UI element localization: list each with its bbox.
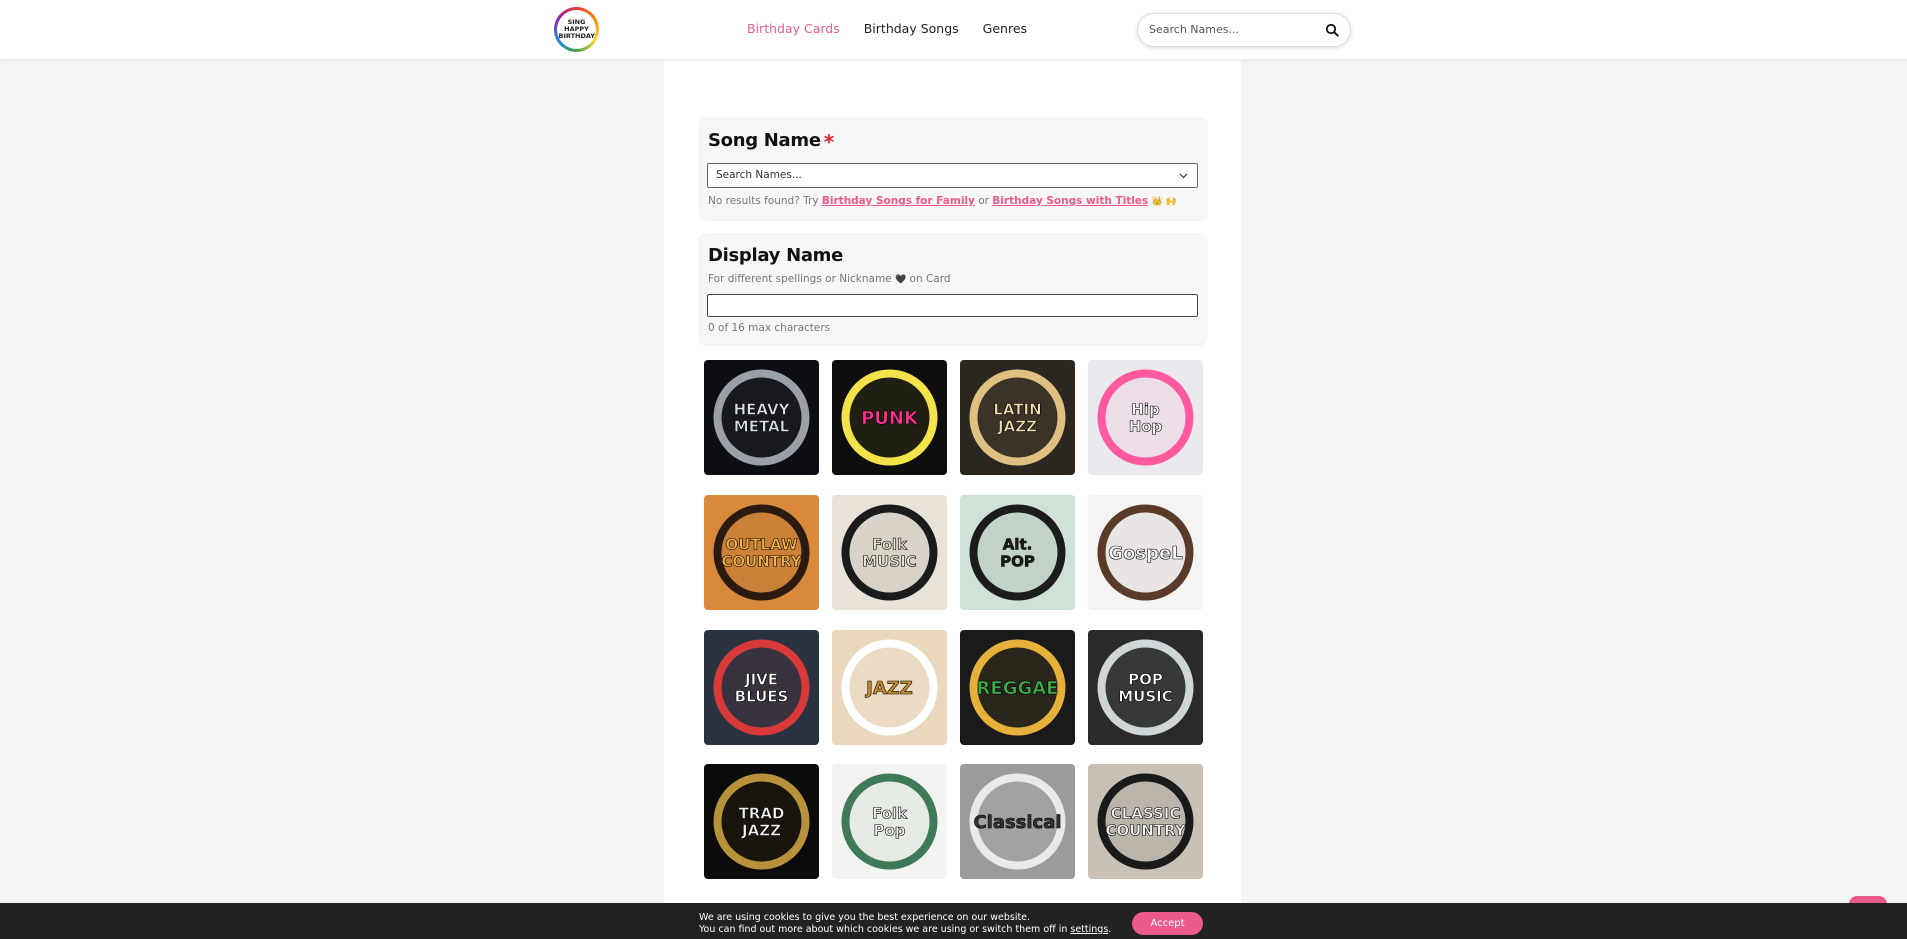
genre-card-trad-jazz[interactable]: TRAD JAZZ (704, 764, 819, 879)
genre-art: JAZZ (832, 630, 947, 745)
display-name-panel: Display Name For different spellings or … (698, 233, 1208, 346)
genre-art-lettering: Pop (873, 821, 905, 839)
genre-art: HipHop (1088, 360, 1203, 475)
accept-cookies-button[interactable]: Accept (1132, 912, 1203, 935)
genre-card-jazz[interactable]: JAZZ (832, 630, 947, 745)
genre-art-lettering: Hop (1129, 417, 1163, 435)
genre-art-lettering: Folk (872, 535, 908, 553)
display-name-title: Display Name (708, 245, 844, 266)
genre-art-lettering: JAZZ (997, 417, 1037, 435)
song-name-select[interactable]: Search Names... (707, 163, 1198, 188)
genre-card-folk-music[interactable]: Folk MUSIC (832, 495, 947, 610)
genre-card-classical[interactable]: Classical (960, 764, 1075, 879)
main-nav: Birthday Cards Birthday Songs Genres (747, 21, 1051, 36)
genre-art-lettering: Alt. (1003, 535, 1033, 553)
genre-art: OUTLAWCOUNTRY (704, 495, 819, 610)
nav-birthday-cards[interactable]: Birthday Cards (747, 21, 840, 36)
display-name-input[interactable] (707, 294, 1198, 317)
genre-art: LATINJAZZ (960, 360, 1075, 475)
genre-art: REGGAE (960, 630, 1075, 745)
genre-art-lettering: JAZZ (864, 678, 913, 699)
genre-card-hip-hop[interactable]: Hip Hop (1088, 360, 1203, 475)
genre-art-lettering: LATIN (993, 400, 1041, 418)
header-search (1137, 13, 1351, 47)
genre-art: TRADJAZZ (704, 764, 819, 879)
genre-art-lettering: POP (1128, 670, 1163, 688)
character-counter: 0 of 16 max characters (708, 322, 831, 334)
genre-card-pop-music[interactable]: POP MUSIC (1088, 630, 1203, 745)
genre-card-heavy-metal[interactable]: HEAVY METAL (704, 360, 819, 475)
genre-art-lettering: COUNTRY (1105, 821, 1186, 839)
genre-card-gospel[interactable]: GospeL (1088, 495, 1203, 610)
genre-art-lettering: METAL (734, 417, 790, 435)
cookie-settings-link[interactable]: settings (1070, 924, 1108, 935)
search-icon[interactable] (1325, 23, 1339, 37)
genre-card-punk[interactable]: PUNK (832, 360, 947, 475)
nav-birthday-songs[interactable]: Birthday Songs (864, 21, 959, 36)
heart-icon: 🖤 (894, 275, 907, 285)
hint-emoji: 👑 🙌 (1151, 197, 1177, 207)
song-name-title: Song Name * (708, 130, 834, 154)
genre-art: JIVEBLUES (704, 630, 819, 745)
song-name-panel: Song Name * Search Names... No results fo… (698, 117, 1208, 221)
cookie-line2: You can find out more about which cookie… (699, 923, 1068, 935)
genre-art: POPMUSIC (1088, 630, 1203, 745)
nav-genres[interactable]: Genres (983, 21, 1027, 36)
genre-art-lettering: HEAVY (734, 400, 791, 418)
header-search-input[interactable] (1149, 23, 1319, 36)
chevron-down-icon (1179, 173, 1188, 179)
genre-card-alt-pop[interactable]: Alt. POP (960, 495, 1075, 610)
cookie-line2-suffix: . (1108, 923, 1112, 935)
cookie-line1: We are using cookies to give you the bes… (699, 912, 1031, 923)
required-mark: * (823, 130, 834, 154)
genre-art-lettering: Folk (872, 804, 908, 822)
hint-before: For different spellings or Nickname (708, 273, 892, 285)
site-logo[interactable]: SING HAPPY BIRTHDAY (554, 7, 599, 52)
genre-card-folk-pop[interactable]: Folk Pop (832, 764, 947, 879)
genre-art-lettering: JAZZ (741, 821, 781, 839)
genre-art-lettering: Classical (973, 812, 1061, 833)
genre-art-lettering: GospeL (1108, 543, 1182, 564)
genre-art: HEAVYMETAL (704, 360, 819, 475)
genre-art: Classical (960, 764, 1075, 879)
genre-art-lettering: REGGAE (977, 678, 1059, 699)
titles-songs-link[interactable]: Birthday Songs with Titles (992, 195, 1148, 207)
genre-art-lettering: CLASSIC (1111, 804, 1181, 822)
genre-art-lettering: JIVE (744, 670, 778, 688)
site-header: SING HAPPY BIRTHDAY Birthday Cards Birth… (0, 0, 1907, 59)
genre-art-lettering: PUNK (861, 408, 919, 429)
genre-art-lettering: TRAD (739, 804, 785, 822)
cookie-text: We are using cookies to give you the bes… (699, 912, 1111, 935)
genre-card-latin-jazz[interactable]: LATIN JAZZ (960, 360, 1075, 475)
family-songs-link[interactable]: Birthday Songs for Family (822, 195, 975, 207)
logo-text: SING HAPPY BIRTHDAY (558, 18, 595, 40)
song-name-label: Song Name (708, 130, 821, 151)
genre-art: PUNK (832, 360, 947, 475)
hint-after: on Card (909, 273, 951, 285)
genre-card-reggae[interactable]: REGGAE (960, 630, 1075, 745)
cookie-bar: We are using cookies to give you the bes… (0, 903, 1907, 939)
genre-art: CLASSICCOUNTRY (1088, 764, 1203, 879)
genre-art-lettering: Hip (1131, 400, 1160, 418)
genre-card-jive-blues[interactable]: JIVE BLUES (704, 630, 819, 745)
genre-art: GospeL (1088, 495, 1203, 610)
genre-art-lettering: BLUES (735, 687, 789, 705)
genre-art: FolkPop (832, 764, 947, 879)
genre-art: Alt.POP (960, 495, 1075, 610)
genre-card-outlaw-country[interactable]: OUTLAW COUNTRY (704, 495, 819, 610)
genre-art-lettering: MUSIC (862, 552, 917, 570)
genre-card-classic-country[interactable]: CLASSIC COUNTRY (1088, 764, 1203, 879)
genre-art-lettering: POP (1000, 552, 1035, 570)
song-name-hint: No results found? Try Birthday Songs for… (708, 195, 1177, 207)
hint-or: or (978, 195, 989, 207)
hint-prefix: No results found? Try (708, 195, 819, 207)
genre-art-lettering: COUNTRY (721, 552, 802, 570)
genre-art-lettering: OUTLAW (725, 535, 798, 553)
genre-art-lettering: MUSIC (1118, 687, 1173, 705)
song-name-select-placeholder: Search Names... (716, 169, 802, 181)
display-name-hint: For different spellings or Nickname 🖤 on… (708, 273, 951, 285)
genre-art: FolkMUSIC (832, 495, 947, 610)
